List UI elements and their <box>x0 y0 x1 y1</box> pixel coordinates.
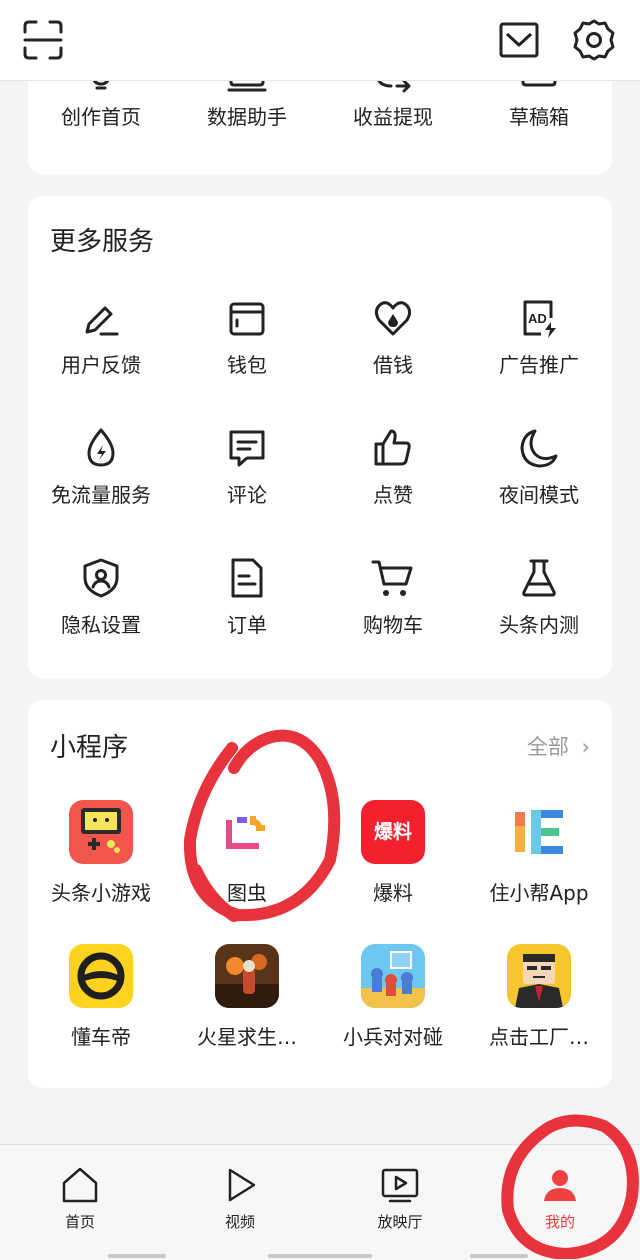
service-privacy-settings[interactable]: 隐私设置 <box>28 556 174 638</box>
gear-icon[interactable] <box>572 18 616 62</box>
view-all-link[interactable]: 全部 › <box>527 732 590 762</box>
mini-program-mars-survival[interactable]: 火星求生… <box>174 944 320 1050</box>
loan-icon <box>374 301 412 336</box>
service-label: 订单 <box>227 613 267 637</box>
home-indicator-left <box>108 1254 166 1258</box>
thumbs-up-icon <box>374 429 411 466</box>
dongchedi-icon <box>69 944 133 1008</box>
service-free-data[interactable]: 免流量服务 <box>28 426 174 508</box>
service-label: 免流量服务 <box>51 483 151 507</box>
service-likes[interactable]: 点赞 <box>320 426 466 508</box>
mini-program-label: 小兵对对碰 <box>343 1025 443 1049</box>
chevron-right-icon: › <box>581 735 590 759</box>
user-icon <box>544 1170 576 1201</box>
tab-label: 视频 <box>224 1213 255 1231</box>
mini-program-tuchong[interactable]: 图虫 <box>174 800 320 906</box>
flask-icon <box>522 559 556 597</box>
cart-icon <box>371 560 413 596</box>
tab-me[interactable]: 我的 <box>480 1165 640 1232</box>
zhuxiaobang-icon <box>507 800 571 864</box>
tuchong-icon <box>215 800 279 864</box>
view-all-label: 全部 <box>526 735 569 759</box>
boss-icon <box>507 944 571 1008</box>
document-icon <box>231 558 263 598</box>
game-console-icon <box>69 800 133 864</box>
tab-label: 首页 <box>64 1213 95 1231</box>
service-label: 用户反馈 <box>61 353 141 377</box>
moon-icon <box>520 429 558 468</box>
creator-tool-label: 数据助手 <box>207 105 287 129</box>
service-loan[interactable]: 借钱 <box>320 296 466 378</box>
mini-program-label: 懂车帝 <box>71 1025 131 1049</box>
service-night-mode[interactable]: 夜间模式 <box>466 426 612 508</box>
more-services-card: 更多服务 用户反馈 钱包 借钱 AD 广告推广 免流量服务 评论 点赞 夜间模式… <box>28 196 612 678</box>
tab-video[interactable]: 视频 <box>160 1165 320 1232</box>
wallet-icon <box>229 302 265 336</box>
creator-tool-home[interactable]: 创作首页 <box>28 104 174 130</box>
tab-label: 放映厅 <box>377 1213 423 1231</box>
mini-program-label: 爆料 <box>373 881 413 905</box>
ad-icon: AD <box>523 300 556 338</box>
service-label: 点赞 <box>373 483 413 507</box>
svg-text:AD: AD <box>528 311 547 326</box>
creator-tool-label: 创作首页 <box>61 105 141 129</box>
section-title: 更多服务 <box>50 227 155 257</box>
pen-icon <box>85 306 119 336</box>
service-wallet[interactable]: 钱包 <box>174 296 320 378</box>
mini-program-label: 点击工厂… <box>489 1025 589 1049</box>
creator-tool-withdraw[interactable]: 收益提现 <box>320 104 466 130</box>
mail-icon[interactable] <box>497 18 541 62</box>
service-label: 评论 <box>227 483 267 507</box>
baoliao-icon: 爆料 <box>361 800 425 864</box>
play-icon <box>228 1168 256 1202</box>
service-label: 头条内测 <box>499 613 579 637</box>
service-label: 广告推广 <box>499 353 579 377</box>
service-label: 夜间模式 <box>499 483 579 507</box>
creator-tool-drafts[interactable]: 草稿箱 <box>466 104 612 130</box>
mini-program-dongchedi[interactable]: 懂车帝 <box>28 944 174 1050</box>
mini-program-click-factory[interactable]: 点击工厂… <box>466 944 612 1050</box>
soldiers-icon <box>361 944 425 1008</box>
service-label: 借钱 <box>373 353 413 377</box>
mini-program-zhuxiaobang[interactable]: 住小帮App <box>466 800 612 906</box>
astronaut-icon <box>215 944 279 1008</box>
mini-program-baoliao[interactable]: 爆料 爆料 <box>320 800 466 906</box>
service-label: 钱包 <box>227 353 267 377</box>
home-icon <box>62 1167 98 1203</box>
service-label: 隐私设置 <box>61 613 141 637</box>
section-title: 小程序 <box>50 733 129 763</box>
mini-program-label: 住小帮App <box>489 881 589 905</box>
service-label: 购物车 <box>363 613 423 637</box>
creator-tool-label: 收益提现 <box>353 105 433 129</box>
service-shopping-cart[interactable]: 购物车 <box>320 556 466 638</box>
mini-program-label: 火星求生… <box>197 1025 297 1049</box>
mini-program-label: 头条小游戏 <box>51 881 151 905</box>
tab-home[interactable]: 首页 <box>0 1165 160 1232</box>
creator-tool-label: 草稿箱 <box>509 105 569 129</box>
tab-label: 我的 <box>544 1213 575 1231</box>
bottom-tab-bar: 首页 视频 放映厅 我的 <box>0 1144 640 1260</box>
home-indicator <box>268 1254 372 1258</box>
mini-programs-card: 小程序 全部 › 头条小游戏 图虫 爆料 爆料 住小帮App 懂车帝 火星求生…… <box>28 700 612 1088</box>
scan-icon[interactable] <box>21 18 65 62</box>
creator-tool-data[interactable]: 数据助手 <box>174 104 320 130</box>
service-orders[interactable]: 订单 <box>174 556 320 638</box>
shield-user-icon <box>83 558 119 598</box>
service-beta-test[interactable]: 头条内测 <box>466 556 612 638</box>
mini-program-label: 图虫 <box>227 881 267 905</box>
mini-program-toutiao-games[interactable]: 头条小游戏 <box>28 800 174 906</box>
screen-play-icon <box>381 1168 419 1203</box>
service-ad-promotion[interactable]: AD 广告推广 <box>466 296 612 378</box>
home-indicator-right <box>470 1254 528 1258</box>
service-user-feedback[interactable]: 用户反馈 <box>28 296 174 378</box>
tab-theater[interactable]: 放映厅 <box>320 1165 480 1232</box>
comment-icon <box>229 430 265 467</box>
top-bar <box>0 0 640 81</box>
data-drop-icon <box>87 428 115 467</box>
service-comments[interactable]: 评论 <box>174 426 320 508</box>
mini-program-soldier-match[interactable]: 小兵对对碰 <box>320 944 466 1050</box>
